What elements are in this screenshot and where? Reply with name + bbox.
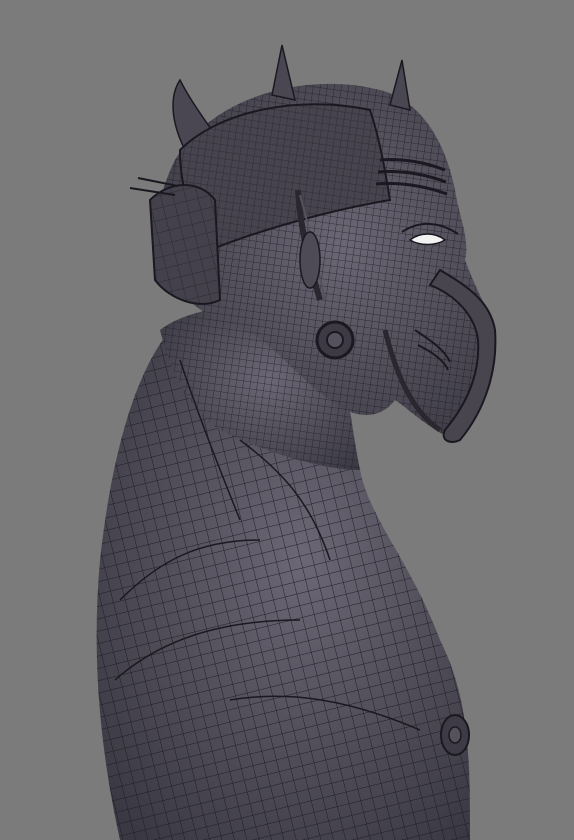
3d-viewport[interactable] bbox=[0, 0, 574, 840]
horn-top bbox=[271, 44, 297, 101]
wireframe-model bbox=[96, 44, 497, 840]
horn-front bbox=[389, 59, 411, 112]
chest-detail bbox=[440, 714, 470, 756]
